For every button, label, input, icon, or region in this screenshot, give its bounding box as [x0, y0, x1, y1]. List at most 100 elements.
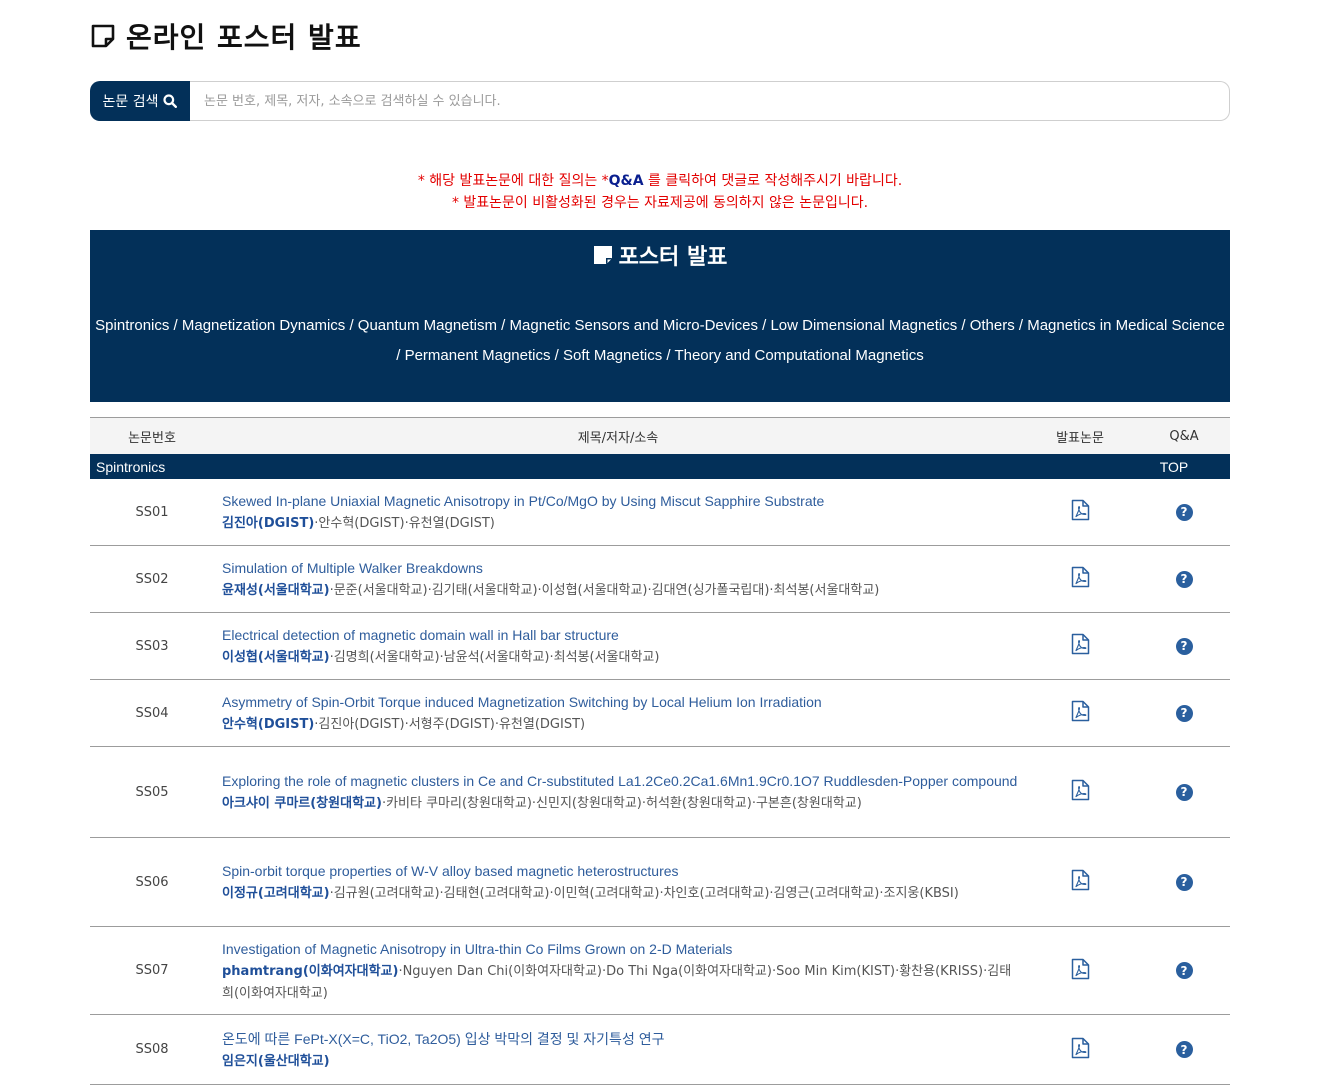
question-circle-icon: ?: [1175, 873, 1193, 891]
paper-authors: 이성협(서울대학교)·김명희(서울대학교)·남윤석(서울대학교)·최석봉(서울대…: [222, 647, 1022, 669]
table-header: 논문번호 제목/저자/소속 발표논문 Q&A: [90, 417, 1230, 455]
notice-line-2: * 발표논문이 비활성화된 경우는 자료제공에 동의하지 않은 논문입니다.: [451, 195, 869, 211]
header-title-authors: 제목/저자/소속: [577, 431, 659, 446]
pdf-file-icon: [1071, 958, 1090, 984]
question-circle-icon: ?: [1175, 1041, 1193, 1058]
question-circle-icon: ?: [1175, 962, 1193, 979]
pdf-download-button[interactable]: [1022, 499, 1138, 525]
qa-button[interactable]: ?: [1138, 637, 1230, 655]
search-button[interactable]: 논문 검색: [90, 81, 190, 121]
paper-number: SS03: [135, 638, 169, 654]
co-authors: ·김진아(DGIST)·서형주(DGIST)·유천열(DGIST): [314, 717, 586, 732]
pdf-file-icon: [1071, 566, 1090, 592]
co-authors: ·카비타 쿠마리(창원대학교)·신민지(창원대학교)·허석환(창원대학교)·구본…: [381, 796, 862, 811]
table-row: SS02 Simulation of Multiple Walker Breakd…: [90, 546, 1230, 613]
presenting-author: 김진아(DGIST): [222, 516, 315, 531]
pdf-download-button[interactable]: [1022, 958, 1138, 984]
sticky-note-icon: [91, 24, 115, 48]
presenting-author: 안수혁(DGIST): [222, 717, 315, 732]
pdf-file-icon: [1071, 633, 1090, 659]
notice-line-1: * 해당 발표논문에 대한 질의는 *Q&A 를 클릭하여 댓글로 작성해주시기…: [90, 170, 1230, 192]
search-input[interactable]: [190, 81, 1230, 121]
paper-authors: 임은지(울산대학교): [222, 1051, 1022, 1073]
presenting-author: phamtrang(이화여자대학교): [222, 963, 399, 979]
paper-info: Simulation of Multiple Walker Breakdowns…: [214, 556, 1022, 602]
paper-number: SS05: [135, 784, 169, 800]
category-list: Spintronics / Magnetization Dynamics / Q…: [90, 311, 1230, 371]
paper-title-link[interactable]: Electrical detection of magnetic domain …: [222, 623, 1022, 647]
poster-banner: 포스터 발표 Spintronics / Magnetization Dynam…: [90, 230, 1230, 402]
paper-info: 온도에 따른 FePt-X(X=C, TiO2, Ta2O5) 입상 박막의 결…: [214, 1027, 1022, 1073]
pdf-file-icon: [1071, 869, 1090, 895]
table-row: SS01 Skewed In-plane Uniaxial Magnetic An…: [90, 479, 1230, 546]
question-circle-icon: ?: [1175, 503, 1193, 521]
question-circle-icon: ?: [1175, 570, 1193, 588]
paper-authors: 김진아(DGIST)·안수혁(DGIST)·유천열(DGIST): [222, 513, 1022, 535]
paper-info: Spin-orbit torque properties of W-V allo…: [214, 859, 1022, 905]
sticky-note-icon: [593, 246, 612, 264]
top-link[interactable]: TOP: [1128, 459, 1220, 475]
presenting-author: 임은지(울산대학교): [222, 1053, 330, 1069]
paper-title-link[interactable]: 온도에 따른 FePt-X(X=C, TiO2, Ta2O5) 입상 박막의 결…: [222, 1027, 1022, 1051]
pdf-download-button[interactable]: [1022, 633, 1138, 659]
qa-button[interactable]: ?: [1138, 704, 1230, 722]
pdf-file-icon: [1071, 499, 1090, 525]
qa-notice: * 해당 발표논문에 대한 질의는 *Q&A 를 클릭하여 댓글로 작성해주시기…: [90, 170, 1230, 214]
qa-button[interactable]: ?: [1138, 873, 1230, 891]
search-bar: 논문 검색: [90, 81, 1230, 121]
paper-authors: phamtrang(이화여자대학교)·Nguyen Dan Chi(이화여자대학…: [222, 961, 1022, 1005]
table-row: SS06 Spin-orbit torque properties of W-V …: [90, 838, 1230, 927]
page-title: 온라인 포스터 발표: [126, 21, 362, 54]
paper-authors: 이정규(고려대학교)·김규원(고려대학교)·김태현(고려대학교)·이민혁(고려대…: [222, 883, 1022, 905]
paper-title-link[interactable]: Skewed In-plane Uniaxial Magnetic Anisot…: [222, 489, 1022, 513]
question-circle-icon: ?: [1175, 637, 1193, 655]
section-name: Spintronics: [96, 458, 166, 475]
paper-title-link[interactable]: Spin-orbit torque properties of W-V allo…: [222, 859, 1022, 883]
paper-title-link[interactable]: Investigation of Magnetic Anisotropy in …: [222, 937, 1022, 961]
header-qa: Q&A: [1169, 429, 1199, 444]
table-row: SS05 Exploring the role of magnetic clust…: [90, 747, 1230, 838]
paper-authors: 아크샤이 쿠마르(창원대학교)·카비타 쿠마리(창원대학교)·신민지(창원대학교…: [222, 793, 1022, 815]
paper-title-link[interactable]: Asymmetry of Spin-Orbit Torque induced M…: [222, 690, 1022, 714]
search-icon: [163, 94, 178, 108]
co-authors: ·김명희(서울대학교)·남윤석(서울대학교)·최석봉(서울대학교): [329, 650, 660, 665]
search-button-label: 논문 검색: [102, 94, 159, 110]
paper-number: SS04: [135, 705, 169, 721]
paper-info: Exploring the role of magnetic clusters …: [214, 769, 1022, 815]
table-row: SS04 Asymmetry of Spin-Orbit Torque induc…: [90, 680, 1230, 747]
paper-info: Investigation of Magnetic Anisotropy in …: [214, 937, 1022, 1005]
paper-title-link[interactable]: Exploring the role of magnetic clusters …: [222, 769, 1022, 793]
notice-line-1-start: * 해당 발표논문에 대한 질의는 *: [417, 173, 609, 189]
presenting-author: 이성협(서울대학교): [222, 650, 330, 665]
pdf-download-button[interactable]: [1022, 566, 1138, 592]
table-row: SS07 Investigation of Magnetic Anisotropy…: [90, 927, 1230, 1015]
paper-number: SS07: [135, 963, 169, 978]
pdf-file-icon: [1071, 1037, 1090, 1063]
category-line-2: / Permanent Magnetics / Soft Magnetics /…: [396, 347, 924, 364]
paper-info: Skewed In-plane Uniaxial Magnetic Anisot…: [214, 489, 1022, 535]
pdf-download-button[interactable]: [1022, 1037, 1138, 1063]
header-paper-pdf: 발표논문: [1056, 431, 1104, 446]
paper-number: SS02: [135, 571, 169, 587]
qa-button[interactable]: ?: [1138, 1041, 1230, 1058]
paper-authors: 윤재성(서울대학교)·문준(서울대학교)·김기태(서울대학교)·이성협(서울대학…: [222, 580, 1022, 602]
page-header: 온라인 포스터 발표: [90, 14, 362, 58]
paper-info: Electrical detection of magnetic domain …: [214, 623, 1022, 669]
qa-button[interactable]: ?: [1138, 570, 1230, 588]
co-authors: ·김규원(고려대학교)·김태현(고려대학교)·이민혁(고려대학교)·차인호(고려…: [329, 886, 959, 901]
qa-button[interactable]: ?: [1138, 962, 1230, 979]
presenting-author: 윤재성(서울대학교): [222, 583, 330, 598]
qa-button[interactable]: ?: [1138, 503, 1230, 521]
header-paper-number: 논문번호: [128, 431, 176, 446]
banner-title-text: 포스터 발표: [618, 245, 728, 270]
qa-button[interactable]: ?: [1138, 783, 1230, 801]
paper-title-link[interactable]: Simulation of Multiple Walker Breakdowns: [222, 556, 1022, 580]
paper-list: SS01 Skewed In-plane Uniaxial Magnetic An…: [90, 479, 1230, 1085]
paper-number: SS06: [135, 874, 169, 890]
paper-info: Asymmetry of Spin-Orbit Torque induced M…: [214, 690, 1022, 736]
pdf-download-button[interactable]: [1022, 779, 1138, 805]
co-authors: ·안수혁(DGIST)·유천열(DGIST): [314, 516, 495, 531]
pdf-file-icon: [1071, 700, 1090, 726]
pdf-download-button[interactable]: [1022, 700, 1138, 726]
pdf-download-button[interactable]: [1022, 869, 1138, 895]
